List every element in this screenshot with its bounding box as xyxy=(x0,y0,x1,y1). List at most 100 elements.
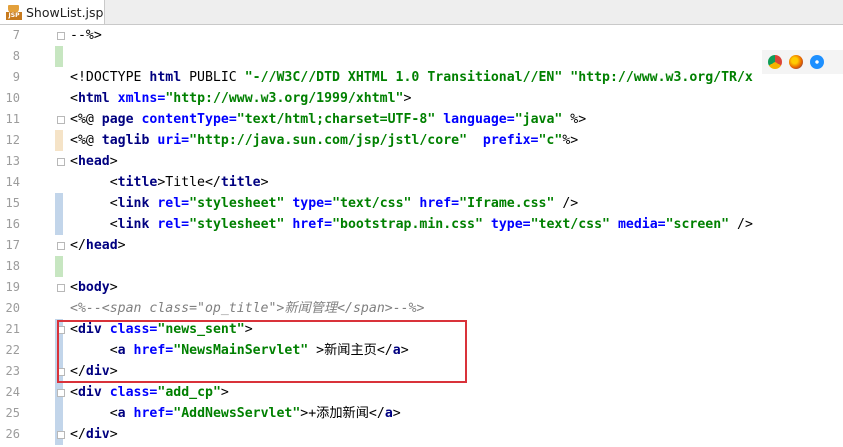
code-token: href= xyxy=(133,406,174,421)
code-line[interactable]: 17 </head> xyxy=(0,235,843,256)
code-token: "stylesheet" xyxy=(189,196,285,211)
fold-toggle-icon[interactable] xyxy=(57,32,65,40)
code-line[interactable]: 14 <title>Title</title> xyxy=(0,172,843,193)
line-number: 17 xyxy=(5,238,20,252)
fold-toggle-icon[interactable] xyxy=(57,389,65,397)
code-text: <div class="add_cp"> xyxy=(70,382,229,403)
code-text: </div> xyxy=(70,424,118,445)
code-token: "AddNewsServlet" xyxy=(173,406,301,421)
line-number: 23 xyxy=(5,364,20,378)
code-token: uri= xyxy=(157,133,190,148)
code-token: media= xyxy=(617,217,666,232)
fold-toggle-icon[interactable] xyxy=(57,431,65,439)
code-line[interactable]: 12 <%@ taglib uri="http://java.sun.com/js… xyxy=(0,130,843,151)
code-token: > xyxy=(109,427,118,442)
fold-toggle-icon[interactable] xyxy=(57,284,65,292)
code-text: <body> xyxy=(70,277,118,298)
code-line[interactable]: 7 --%> xyxy=(0,25,843,46)
code-line[interactable]: 18 xyxy=(0,256,843,277)
line-number: 18 xyxy=(5,259,20,273)
code-token: href= xyxy=(419,196,460,211)
code-line[interactable]: 19 <body> xyxy=(0,277,843,298)
code-text: <html xmlns="http://www.w3.org/1999/xhtm… xyxy=(70,88,411,109)
code-line[interactable]: 15 <link rel="stylesheet" type="text/css… xyxy=(0,193,843,214)
code-text: <link rel="stylesheet" href="bootstrap.m… xyxy=(70,214,753,235)
editor-tab-bar: JSP ShowList.jsp xyxy=(0,0,843,25)
code-token: "c" xyxy=(538,133,563,148)
code-token: html xyxy=(149,70,182,85)
code-token: contentType= xyxy=(141,112,237,127)
code-token: class= xyxy=(109,385,158,400)
code-text: <!DOCTYPE html PUBLIC "-//W3C//DTD XHTML… xyxy=(70,67,753,88)
code-token: href= xyxy=(292,217,333,232)
fold-toggle-icon[interactable] xyxy=(57,116,65,124)
code-token: <!DOCTYPE xyxy=(70,70,150,85)
code-token: a xyxy=(384,406,393,421)
code-editor[interactable]: 7 --%> 8 9 <!DOCTYPE html PUBLIC "-//W3C//DT… xyxy=(0,25,843,447)
line-number: 20 xyxy=(5,301,20,315)
code-token: body xyxy=(77,280,110,295)
change-marker xyxy=(55,403,63,424)
tab-showlist-jsp[interactable]: JSP ShowList.jsp xyxy=(0,0,105,24)
code-token: type= xyxy=(292,196,333,211)
line-number: 19 xyxy=(5,280,20,294)
code-line[interactable]: 9 <!DOCTYPE html PUBLIC "-//W3C//DTD XHTM… xyxy=(0,67,843,88)
code-line[interactable]: 13 <head> xyxy=(0,151,843,172)
code-token: </ xyxy=(70,427,86,442)
tab-label: ShowList.jsp xyxy=(26,4,104,20)
code-token: a xyxy=(117,406,126,421)
code-token: type= xyxy=(490,217,531,232)
safari-icon[interactable] xyxy=(810,55,824,69)
code-line[interactable]: 25 <a href="AddNewsServlet">+添加新闻</a> xyxy=(0,403,843,424)
code-token: head xyxy=(77,154,110,169)
chrome-icon[interactable] xyxy=(768,55,782,69)
code-token: title xyxy=(117,175,158,190)
code-token: < xyxy=(70,91,78,106)
code-token: "text/css" xyxy=(530,217,610,232)
code-token: > xyxy=(117,238,126,253)
fold-toggle-icon[interactable] xyxy=(57,158,65,166)
code-token: div xyxy=(77,385,102,400)
code-token: xmlns= xyxy=(117,91,166,106)
code-line[interactable]: 8 xyxy=(0,46,843,67)
change-marker xyxy=(55,193,63,214)
code-token: "Iframe.css" xyxy=(459,196,555,211)
code-text: <%--<span class="op_title">新闻管理</span>--… xyxy=(70,298,424,319)
code-line[interactable]: 24 <div class="add_cp"> xyxy=(0,382,843,403)
code-token: /> xyxy=(554,196,579,211)
code-text: --%> xyxy=(70,25,102,46)
line-number: 16 xyxy=(5,217,20,231)
code-token: "screen" xyxy=(665,217,730,232)
firefox-icon[interactable] xyxy=(789,55,803,69)
line-number: 14 xyxy=(5,175,20,189)
code-token: <%@ xyxy=(70,133,102,148)
code-line[interactable]: 10 <html xmlns="http://www.w3.org/1999/xh… xyxy=(0,88,843,109)
change-marker xyxy=(55,46,63,67)
code-token: page xyxy=(101,112,134,127)
line-number: 8 xyxy=(12,49,20,63)
code-token: language= xyxy=(443,112,515,127)
code-token: rel= xyxy=(157,217,190,232)
code-line[interactable]: 16 <link rel="stylesheet" href="bootstra… xyxy=(0,214,843,235)
code-token: "stylesheet" xyxy=(189,217,285,232)
code-line[interactable]: 20 <%--<span class="op_title">新闻管理</span>… xyxy=(0,298,843,319)
code-line[interactable]: 11 <%@ page contentType="text/html;charse… xyxy=(0,109,843,130)
line-number: 12 xyxy=(5,133,20,147)
line-number: 7 xyxy=(12,28,20,42)
change-marker xyxy=(55,256,63,277)
code-token: head xyxy=(85,238,118,253)
code-token: "http://www.w3.org/1999/xhtml" xyxy=(165,91,404,106)
code-line[interactable]: 26 </div> xyxy=(0,424,843,445)
fold-toggle-icon[interactable] xyxy=(57,242,65,250)
code-token: < xyxy=(70,406,118,421)
code-token: > xyxy=(403,91,412,106)
code-token: < xyxy=(70,154,78,169)
code-token: "text/html;charset=UTF-8" xyxy=(236,112,436,127)
browser-preview-bar xyxy=(762,50,843,74)
code-token: "text/css" xyxy=(332,196,412,211)
